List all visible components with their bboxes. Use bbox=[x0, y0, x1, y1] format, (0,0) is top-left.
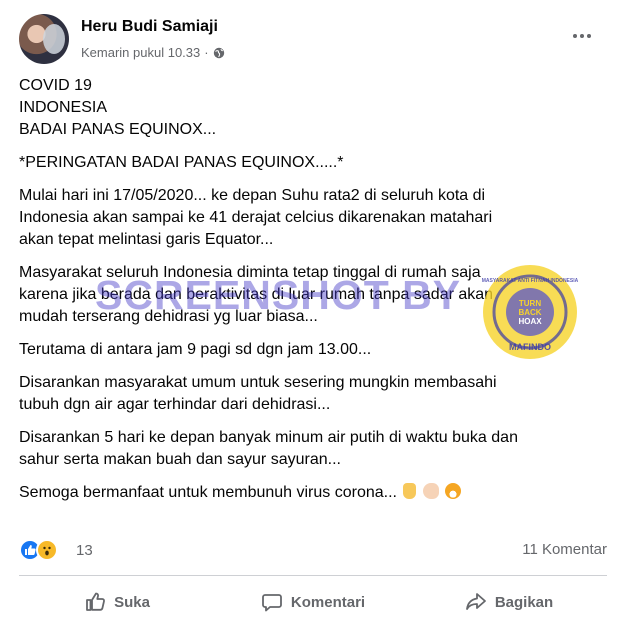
post-line: Indonesia akan sampai ke 41 derajat celc… bbox=[19, 209, 493, 226]
post-card: Heru Budi Samiaji Kemarin pukul 10.33 · … bbox=[0, 0, 627, 627]
share-button-label: Bagikan bbox=[494, 593, 554, 611]
post-line: Disarankan masyarakat umum untuk seserin… bbox=[19, 374, 497, 391]
post-line: karena jika berada dan beraktivitas di l… bbox=[19, 286, 494, 303]
post-paragraph: Disarankan masyarakat umum untuk seserin… bbox=[19, 372, 614, 416]
thumbs-up-icon bbox=[86, 592, 106, 611]
post-timestamp[interactable]: Kemarin pukul 10.33 bbox=[81, 45, 200, 60]
post-paragraph: COVID 19 INDONESIA BADAI PANAS EQUINOX..… bbox=[19, 75, 614, 141]
post-line: *PERINGATAN BADAI PANAS EQUINOX.....* bbox=[19, 154, 344, 171]
post-stats: 13 11 Komentar bbox=[19, 538, 607, 562]
author-name[interactable]: Heru Budi Samiaji bbox=[81, 18, 218, 36]
post-line: mudah terserang dehidrasi yg luar biasa.… bbox=[19, 308, 318, 325]
actions-divider bbox=[19, 575, 607, 576]
post-header: Heru Budi Samiaji Kemarin pukul 10.33 · bbox=[19, 14, 609, 66]
like-button[interactable]: Suka bbox=[19, 582, 215, 622]
post-meta: Kemarin pukul 10.33 · bbox=[81, 45, 225, 60]
author-avatar[interactable] bbox=[19, 14, 69, 64]
meta-separator: · bbox=[204, 45, 209, 60]
post-line: Mulai hari ini 17/05/2020... ke depan Su… bbox=[19, 187, 486, 204]
more-options-icon[interactable] bbox=[569, 26, 595, 46]
post-paragraph: Mulai hari ini 17/05/2020... ke depan Su… bbox=[19, 185, 614, 251]
post-line: Disarankan 5 hari ke depan banyak minum … bbox=[19, 429, 518, 446]
post-line: akan tepat melintasi garis Equator... bbox=[19, 231, 274, 248]
post-line: COVID 19 bbox=[19, 77, 92, 94]
post-paragraph: Masyarakat seluruh Indonesia diminta tet… bbox=[19, 262, 614, 328]
reaction-summary[interactable]: 13 bbox=[19, 539, 93, 561]
post-actions: Suka Komentari Bagikan bbox=[19, 582, 607, 622]
post-line: Semoga bermanfaat untuk membunuh virus c… bbox=[19, 482, 614, 504]
wow-reaction-icon[interactable] bbox=[36, 539, 58, 561]
post-line: Terutama di antara jam 9 pagi sd dgn jam… bbox=[19, 341, 372, 358]
post-paragraph: Semoga bermanfaat untuk membunuh virus c… bbox=[19, 482, 614, 504]
post-paragraph: Terutama di antara jam 9 pagi sd dgn jam… bbox=[19, 339, 614, 361]
post-paragraph: *PERINGATAN BADAI PANAS EQUINOX.....* bbox=[19, 152, 614, 174]
flexed-biceps-emoji bbox=[422, 483, 439, 499]
post-closing-text: Semoga bermanfaat untuk membunuh virus c… bbox=[19, 484, 397, 501]
comments-count[interactable]: 11 Komentar bbox=[522, 541, 607, 558]
like-button-label: Suka bbox=[114, 593, 150, 611]
post-line: sahur serta makan buah dan sayur sayuran… bbox=[19, 451, 341, 468]
post-line: tubuh dgn air agar terhindar dari dehidr… bbox=[19, 396, 331, 413]
globe-icon[interactable] bbox=[213, 47, 225, 59]
thumbs-up-emoji bbox=[403, 483, 417, 499]
reaction-count[interactable]: 13 bbox=[76, 542, 93, 559]
post-body: COVID 19 INDONESIA BADAI PANAS EQUINOX..… bbox=[19, 75, 614, 515]
comment-bubble-icon bbox=[262, 594, 282, 612]
share-arrow-icon bbox=[465, 593, 486, 610]
post-line: Masyarakat seluruh Indonesia diminta tet… bbox=[19, 264, 481, 281]
grinning-face-emoji bbox=[445, 483, 462, 499]
comment-button-label: Komentari bbox=[290, 593, 366, 611]
share-button[interactable]: Bagikan bbox=[411, 582, 607, 622]
post-line: BADAI PANAS EQUINOX... bbox=[19, 121, 217, 138]
post-paragraph: Disarankan 5 hari ke depan banyak minum … bbox=[19, 427, 614, 471]
post-line: INDONESIA bbox=[19, 99, 108, 116]
comment-button[interactable]: Komentari bbox=[215, 582, 411, 622]
